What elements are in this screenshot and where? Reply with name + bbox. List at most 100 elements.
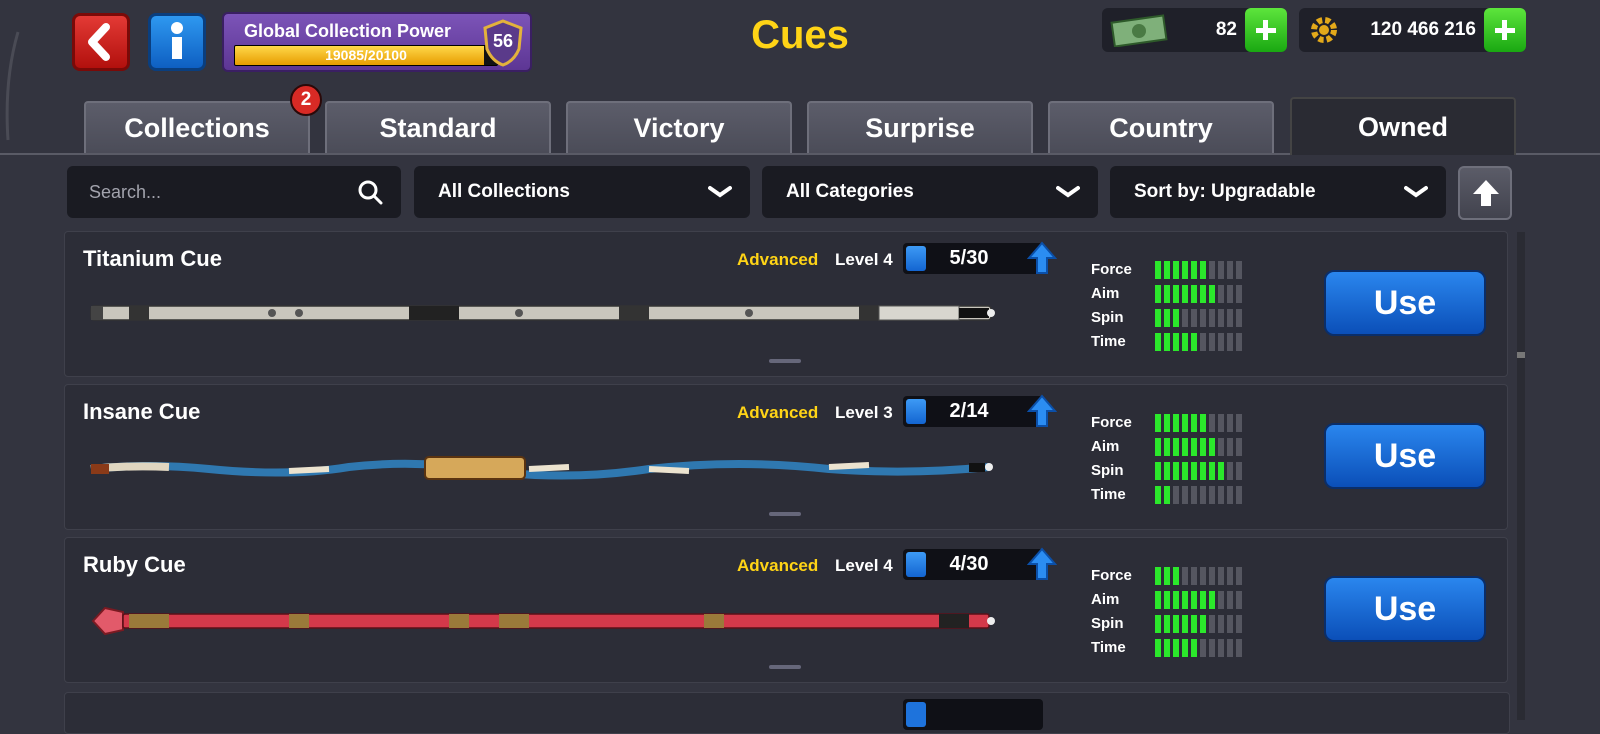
tab-owned[interactable]: Owned: [1290, 97, 1516, 155]
scrollbar[interactable]: [1517, 232, 1525, 720]
cue-card-insane[interactable]: Insane Cue Advanced Level 3 2/14 Force Ai…: [64, 384, 1508, 530]
upgrade-progress[interactable]: 2/14: [903, 394, 1057, 427]
stat-segment: [1209, 639, 1215, 657]
stat-segment: [1155, 462, 1161, 480]
stat-time: Time: [1091, 332, 1311, 352]
stat-segment: [1209, 567, 1215, 585]
stat-segment: [1227, 438, 1233, 456]
stat-label: Aim: [1091, 438, 1120, 455]
stat-segment: [1155, 309, 1161, 327]
stat-segment: [1209, 591, 1215, 609]
stat-segment: [1182, 639, 1188, 657]
stat-segment: [1209, 615, 1215, 633]
stat-spin: Spin: [1091, 614, 1311, 634]
info-button[interactable]: [148, 13, 206, 71]
stat-segment: [1191, 462, 1197, 480]
stat-segment: [1200, 615, 1206, 633]
stat-label: Force: [1091, 414, 1132, 431]
categories-dropdown-label: All Categories: [786, 181, 914, 202]
upgrade-progress-value: 4/30: [949, 553, 989, 575]
collections-notification-badge: 2: [290, 84, 322, 116]
stat-segment: [1200, 462, 1206, 480]
add-cash-button[interactable]: [1245, 8, 1287, 52]
stat-segment: [1227, 309, 1233, 327]
stat-segment: [1209, 309, 1215, 327]
stat-label: Aim: [1091, 285, 1120, 302]
stat-segment: [1227, 486, 1233, 504]
stat-segment: [1173, 309, 1179, 327]
tab-collections[interactable]: Collections: [84, 101, 310, 153]
use-button[interactable]: Use: [1324, 270, 1486, 336]
stat-segment: [1173, 462, 1179, 480]
tab-surprise[interactable]: Surprise: [807, 101, 1033, 153]
stat-segment: [1155, 486, 1161, 504]
scrollbar-thumb[interactable]: [1517, 352, 1525, 358]
categories-dropdown[interactable]: All Categories: [762, 166, 1098, 218]
expand-handle[interactable]: [769, 359, 801, 363]
stat-segment: [1218, 591, 1224, 609]
search-icon: [358, 180, 383, 205]
stat-aim: Aim: [1091, 437, 1311, 457]
stat-segment: [1182, 261, 1188, 279]
stat-segment: [1155, 438, 1161, 456]
stat-segment: [1155, 639, 1161, 657]
stat-segment: [1200, 567, 1206, 585]
stat-segment: [1236, 333, 1242, 351]
global-collection-power[interactable]: Global Collection Power 19085/20100 56: [222, 12, 532, 72]
sort-dropdown[interactable]: Sort by: Upgradable: [1110, 166, 1446, 218]
global-power-value: 19085/20100: [325, 47, 407, 63]
stat-segment: [1200, 438, 1206, 456]
tab-country[interactable]: Country: [1048, 101, 1274, 153]
stat-segment: [1182, 438, 1188, 456]
tab-standard[interactable]: Standard: [325, 101, 551, 153]
cue-card-partial[interactable]: [64, 692, 1510, 734]
use-button[interactable]: Use: [1324, 576, 1486, 642]
top-bar: Global Collection Power 19085/20100 56 C…: [0, 0, 1600, 90]
stat-segment: [1182, 591, 1188, 609]
upgrade-progress[interactable]: 4/30: [903, 547, 1057, 580]
stat-segment: [1218, 462, 1224, 480]
stat-segment: [1164, 285, 1170, 303]
collections-dropdown[interactable]: All Collections: [414, 166, 750, 218]
stat-segment: [1218, 414, 1224, 432]
progress-fill: [906, 399, 926, 424]
cue-tier: Advanced: [737, 556, 819, 575]
stat-segment: [1164, 462, 1170, 480]
stat-segment: [1236, 414, 1242, 432]
expand-handle[interactable]: [769, 512, 801, 516]
progress-fill: [906, 246, 926, 271]
stat-segment: [1200, 639, 1206, 657]
stat-segment: [1164, 438, 1170, 456]
stat-segment: [1164, 309, 1170, 327]
expand-handle[interactable]: [769, 665, 801, 669]
stat-segment: [1236, 567, 1242, 585]
stat-segment: [1218, 285, 1224, 303]
use-button[interactable]: Use: [1324, 423, 1486, 489]
search-field[interactable]: Search...: [67, 166, 401, 218]
upgrade-progress[interactable]: 5/30: [903, 241, 1057, 274]
stat-time: Time: [1091, 485, 1311, 505]
cue-card-titanium[interactable]: Titanium Cue Advanced Level 4 5/30 Force…: [64, 231, 1508, 377]
stat-segment: [1191, 261, 1197, 279]
cue-level: Level 4: [835, 556, 893, 575]
upgrade-arrow-icon: [1027, 241, 1057, 274]
cue-card-ruby[interactable]: Ruby Cue Advanced Level 4 4/30 Force Aim S…: [64, 537, 1508, 683]
sort-direction-button[interactable]: [1458, 166, 1512, 220]
stat-force: Force: [1091, 413, 1311, 433]
stat-segment: [1209, 462, 1215, 480]
stat-segment: [1191, 333, 1197, 351]
stat-segment: [1191, 414, 1197, 432]
stat-segment: [1173, 567, 1179, 585]
stat-segment: [1236, 591, 1242, 609]
stat-segment: [1218, 309, 1224, 327]
stat-label: Spin: [1091, 615, 1124, 632]
stat-label: Time: [1091, 333, 1126, 350]
stat-segment: [1236, 615, 1242, 633]
stat-segment: [1236, 462, 1242, 480]
stat-force: Force: [1091, 566, 1311, 586]
stat-segment: [1164, 333, 1170, 351]
stat-segment: [1164, 639, 1170, 657]
add-coins-button[interactable]: [1484, 8, 1526, 52]
tab-victory[interactable]: Victory: [566, 101, 792, 153]
back-button[interactable]: [72, 13, 130, 71]
